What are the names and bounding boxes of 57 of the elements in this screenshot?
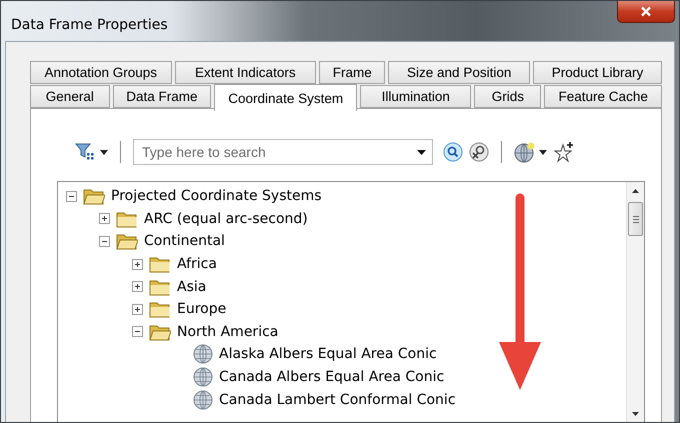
tab[interactable]: Coordinate System	[214, 84, 358, 111]
tree-item[interactable]: Projected Coordinate Systems	[111, 188, 322, 204]
folder-icon	[149, 300, 171, 318]
tree-item[interactable]: Canada Albers Equal Area Conic	[219, 369, 444, 386]
search-button[interactable]	[443, 140, 463, 164]
expand-icon[interactable]	[132, 258, 143, 270]
search-icon	[443, 142, 463, 162]
open-folder-icon	[83, 187, 105, 206]
tab[interactable]: Feature Cache	[544, 85, 662, 108]
tab[interactable]: Grids	[474, 85, 542, 108]
expand-icon[interactable]	[132, 304, 143, 315]
open-folder-icon	[149, 322, 171, 341]
tab[interactable]: General	[30, 85, 110, 108]
clear-search-icon	[469, 142, 489, 162]
tree-item[interactable]: Asia	[177, 278, 206, 295]
window-title: Data Frame Properties	[11, 17, 168, 33]
tab[interactable]: Data Frame	[112, 85, 212, 108]
tree-item[interactable]: ARC (equal arc-second)	[144, 210, 308, 227]
open-folder-icon	[116, 232, 138, 250]
tab[interactable]: Extent Indicators	[174, 61, 316, 84]
scrollbar[interactable]	[626, 182, 644, 422]
globe-icon	[193, 344, 213, 364]
tab[interactable]: Product Library	[532, 61, 662, 84]
globe-icon	[193, 367, 213, 388]
search-field[interactable]: Type here to search	[140, 143, 417, 161]
tree-item[interactable]: Africa	[177, 256, 217, 272]
globe-icon	[193, 390, 213, 410]
close-icon	[640, 6, 652, 17]
folder-icon	[116, 210, 138, 228]
folder-icon	[149, 278, 171, 296]
tree-item[interactable]: North America	[177, 324, 278, 340]
search-combo-box[interactable]: Type here to search	[133, 139, 433, 165]
caret-icon	[100, 150, 108, 154]
caret-icon	[417, 150, 426, 154]
tab[interactable]: Annotation Groups	[30, 61, 172, 84]
tab[interactable]: Illumination	[360, 85, 472, 108]
tree-item[interactable]: Canada Lambert Conformal Conic	[219, 392, 456, 408]
tree-item[interactable]: Continental	[144, 233, 225, 250]
tab[interactable]: Frame	[319, 61, 386, 84]
tab[interactable]: Size and Position	[388, 61, 530, 84]
clear-search-button[interactable]	[469, 140, 489, 164]
globe-icon	[514, 141, 536, 163]
down-caret-icon	[632, 412, 639, 416]
add-favorite-button[interactable]	[553, 140, 575, 164]
close-button[interactable]	[617, 1, 675, 23]
collapse-icon[interactable]	[99, 236, 110, 247]
expand-icon[interactable]	[99, 213, 110, 224]
collapse-icon[interactable]	[66, 190, 77, 202]
tree-item[interactable]: Alaska Albers Equal Area Conic	[219, 346, 437, 362]
folder-icon	[149, 255, 171, 274]
collapse-icon[interactable]	[132, 326, 143, 338]
star-plus-icon	[553, 141, 575, 163]
up-caret-icon	[632, 188, 639, 192]
globe-dropdown[interactable]	[514, 140, 547, 164]
caret-icon	[539, 150, 547, 154]
tree-item[interactable]: Europe	[177, 301, 226, 318]
expand-icon[interactable]	[132, 281, 143, 292]
